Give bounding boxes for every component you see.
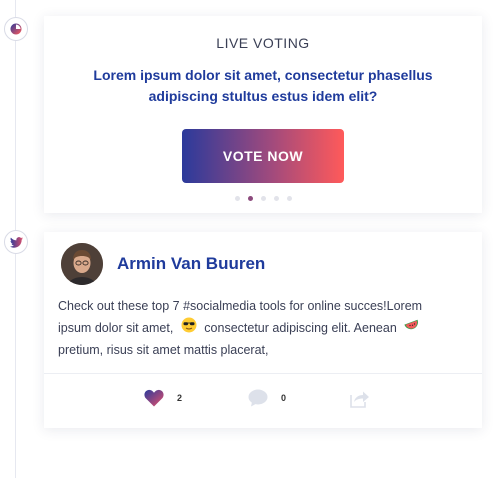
avatar[interactable] (61, 243, 103, 285)
comment-button[interactable]: 0 (248, 389, 286, 407)
post-text-part2: consectetur adipiscing elit. Aenean (204, 320, 397, 335)
timeline-marker-twitter (4, 230, 28, 254)
timeline-marker-voting (4, 17, 28, 41)
comment-icon (248, 389, 268, 407)
watermelon-emoji (404, 317, 420, 340)
like-button[interactable]: 2 (144, 389, 182, 407)
pager-dot[interactable] (260, 196, 266, 201)
post-text-part3: pretium, risus sit amet mattis placerat, (58, 343, 269, 357)
carousel-pager (44, 196, 482, 201)
sunglasses-emoji (181, 317, 197, 340)
pager-dot[interactable] (286, 196, 292, 201)
voting-heading: LIVE VOTING (216, 35, 310, 51)
post-author-name[interactable]: Armin Van Buuren (117, 254, 265, 274)
pager-dot[interactable] (273, 196, 279, 201)
vote-now-button[interactable]: VOTE NOW (182, 129, 344, 183)
pager-dot-active[interactable] (247, 196, 253, 201)
pager-dot[interactable] (234, 196, 240, 201)
voting-question: Lorem ipsum dolor sit amet, consectetur … (93, 67, 433, 104)
social-post-card: Armin Van Buuren Check out these top 7 #… (44, 232, 482, 428)
twitter-icon (9, 236, 23, 248)
share-icon (350, 391, 369, 408)
comment-count: 0 (281, 393, 287, 403)
post-author-row: Armin Van Buuren (61, 243, 265, 285)
share-button[interactable] (350, 389, 370, 408)
heart-icon (144, 389, 164, 407)
like-count: 2 (177, 393, 183, 403)
live-voting-card: LIVE VOTING Lorem ipsum dolor sit amet, … (44, 16, 482, 213)
post-body: Check out these top 7 #socialmedia tools… (58, 296, 458, 361)
poll-icon (10, 23, 22, 35)
post-actions: 2 0 (44, 374, 482, 428)
